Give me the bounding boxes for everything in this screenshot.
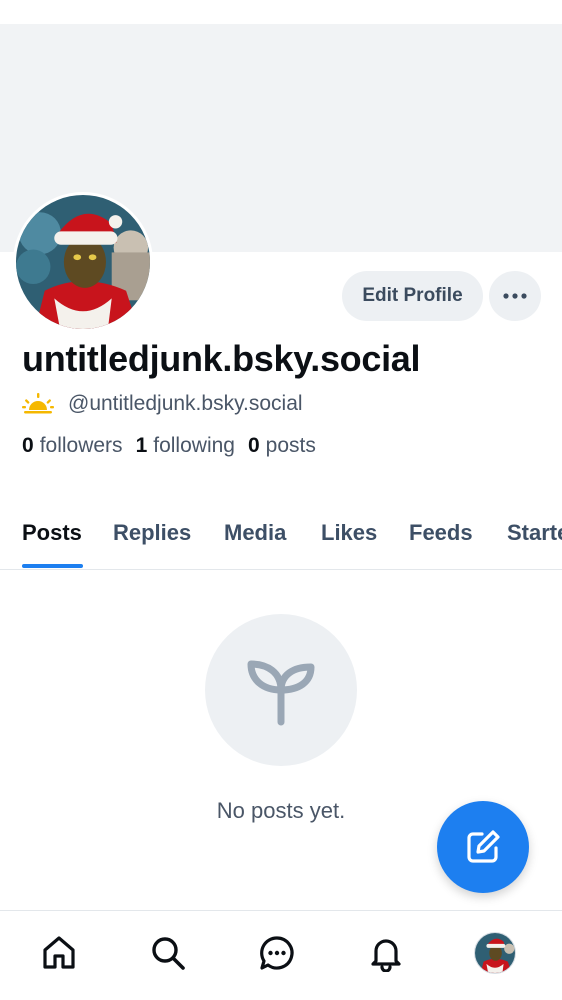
followers-count[interactable]: 0: [22, 434, 34, 458]
status-bar: [0, 0, 562, 24]
posts-count: 0: [247, 434, 260, 457]
nav-chat[interactable]: [255, 931, 299, 975]
profile-avatar[interactable]: [13, 192, 153, 332]
nav-home[interactable]: [37, 931, 81, 975]
bottom-navigation: [0, 910, 562, 1000]
tab-likes[interactable]: Likes: [321, 520, 377, 546]
profile-stats: 0 followers 1 following 0 posts: [22, 434, 329, 458]
tab-replies[interactable]: Replies: [113, 520, 191, 546]
tab-posts[interactable]: Posts: [22, 520, 82, 546]
compose-icon: [467, 830, 500, 863]
following-count[interactable]: 1: [136, 434, 148, 458]
more-options-button[interactable]: [489, 271, 541, 321]
empty-state-icon-circle: [205, 614, 357, 766]
bell-icon: [371, 939, 401, 972]
handle-row: @untitledjunk.bsky.social: [22, 390, 303, 418]
tab-media[interactable]: Media: [224, 520, 286, 546]
tab-starter-packs[interactable]: Starter Packs: [507, 520, 562, 546]
sprout-icon: [247, 660, 315, 726]
nav-profile[interactable]: [473, 931, 517, 975]
nav-notifications[interactable]: [364, 931, 408, 975]
search-icon: [152, 937, 185, 970]
nav-profile-avatar: [474, 932, 516, 974]
compose-post-button[interactable]: [437, 801, 529, 893]
following-link[interactable]: following: [153, 434, 235, 458]
profile-tabs: Posts Replies Media Likes Feeds Starter …: [0, 500, 562, 570]
chat-icon: [260, 936, 294, 970]
profile-avatar-icon: [475, 933, 515, 973]
ellipsis-icon: [503, 293, 527, 299]
tab-feeds[interactable]: Feeds: [409, 520, 473, 546]
profile-display-name: untitledjunk.bsky.social: [22, 338, 421, 379]
profile-handle: @untitledjunk.bsky.social: [68, 392, 303, 415]
sunrise-emoji-icon: [22, 393, 54, 414]
home-icon: [43, 936, 75, 969]
nav-search[interactable]: [146, 931, 190, 975]
edit-profile-button[interactable]: Edit Profile: [342, 271, 483, 321]
active-tab-indicator: [22, 564, 83, 568]
followers-link[interactable]: followers: [40, 434, 123, 458]
avatar-image: [16, 195, 150, 329]
posts-label: posts: [265, 434, 316, 457]
